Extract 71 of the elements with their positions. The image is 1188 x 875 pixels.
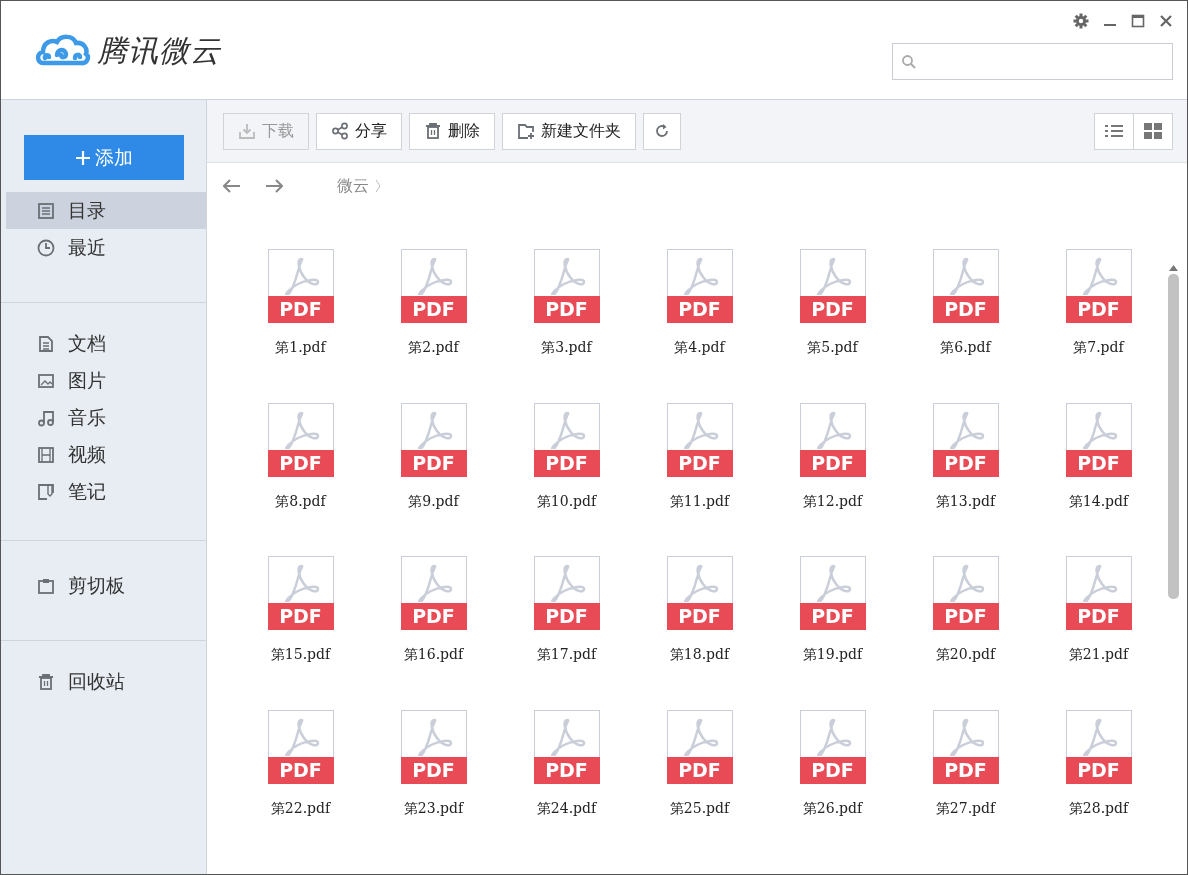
sidebar-item[interactable]: 文档 (6, 325, 206, 362)
file-name: 第24.pdf (536, 798, 597, 818)
pdf-file-icon[interactable]: PDF (1065, 556, 1132, 630)
app-title: 腾讯微云 (97, 31, 221, 70)
file-name: 第4.pdf (674, 338, 725, 357)
pdf-file-icon[interactable]: PDF (400, 709, 467, 784)
sidebar-item[interactable]: 剪切板 (6, 567, 206, 604)
file-name: 第19.pdf (802, 645, 863, 664)
file-name: 第23.pdf (403, 798, 464, 818)
add-button[interactable]: 添加 (24, 135, 184, 180)
file-name: 第2.pdf (408, 338, 459, 357)
sidebar-item[interactable]: 笔记 (6, 473, 206, 510)
sidebar-item[interactable]: 目录 (6, 192, 206, 229)
file-name: 第14.pdf (1068, 491, 1129, 511)
file-name: 第7.pdf (1073, 338, 1124, 357)
file-name: 第6.pdf (940, 338, 991, 357)
file-name: 第21.pdf (1068, 645, 1129, 664)
pdf-file-icon[interactable]: PDF (533, 249, 600, 323)
pdf-file-icon[interactable]: PDF (799, 249, 866, 323)
file-name: 第3.pdf (541, 338, 592, 357)
pdf-file-icon[interactable]: PDF (932, 709, 999, 784)
pdf-file-icon[interactable]: PDF (267, 556, 334, 630)
pdf-file-icon[interactable]: PDF (1065, 709, 1132, 784)
pdf-file-icon[interactable]: PDF (1065, 402, 1132, 477)
file-name: 第17.pdf (536, 645, 597, 664)
pdf-file-icon[interactable]: PDF (666, 249, 733, 323)
pdf-file-icon[interactable]: PDF (400, 402, 467, 477)
file-name: 第5.pdf (807, 338, 858, 357)
file-name: 第11.pdf (669, 491, 730, 511)
pdf-file-icon[interactable]: PDF (799, 402, 866, 477)
file-name: 第1.pdf (275, 338, 326, 357)
sidebar-item[interactable]: 图片 (6, 362, 206, 399)
pdf-file-icon[interactable]: PDF (533, 402, 600, 477)
toolbar-button[interactable]: 新建文件夹 (502, 112, 636, 150)
breadcrumb-link[interactable]: 微云 (337, 174, 369, 198)
file-name: 第22.pdf (270, 798, 331, 818)
pdf-file-icon[interactable]: PDF (666, 556, 733, 630)
file-name: 第27.pdf (935, 798, 996, 818)
pdf-file-icon[interactable]: PDF (932, 249, 999, 323)
file-name: 第8.pdf (275, 491, 326, 511)
file-name: 第26.pdf (802, 798, 863, 818)
pdf-file-icon[interactable]: PDF (932, 402, 999, 477)
pdf-file-icon[interactable]: PDF (267, 249, 334, 323)
pdf-file-icon[interactable]: PDF (267, 402, 334, 477)
file-name: 第13.pdf (935, 491, 996, 511)
pdf-file-icon[interactable]: PDF (666, 402, 733, 477)
file-name: 第18.pdf (669, 645, 730, 664)
pdf-file-icon[interactable]: PDF (533, 709, 600, 784)
pdf-file-icon[interactable]: PDF (400, 249, 467, 323)
pdf-file-icon[interactable]: PDF (267, 709, 334, 784)
file-name: 第16.pdf (403, 645, 464, 664)
toolbar-button[interactable]: 分享 (316, 112, 402, 150)
sidebar-item[interactable]: 视频 (6, 436, 206, 473)
toolbar-button[interactable]: 删除 (409, 112, 495, 150)
pdf-file-icon[interactable]: PDF (799, 709, 866, 784)
pdf-file-icon[interactable]: PDF (666, 709, 733, 784)
file-name: 第9.pdf (408, 491, 459, 511)
sidebar-item[interactable]: 回收站 (6, 663, 206, 700)
pdf-file-icon[interactable]: PDF (400, 556, 467, 630)
pdf-file-icon[interactable]: PDF (533, 556, 600, 630)
pdf-file-icon[interactable]: PDF (1065, 249, 1132, 323)
file-name: 第12.pdf (802, 491, 863, 511)
file-name: 第20.pdf (935, 645, 996, 664)
sidebar-item[interactable]: 最近 (6, 229, 206, 266)
file-name: 第25.pdf (669, 798, 730, 818)
file-name: 第10.pdf (536, 491, 597, 511)
file-name: 第15.pdf (270, 645, 331, 664)
file-name: 第28.pdf (1068, 798, 1129, 818)
pdf-file-icon[interactable]: PDF (799, 556, 866, 630)
sidebar-item[interactable]: 音乐 (6, 399, 206, 436)
pdf-file-icon[interactable]: PDF (932, 556, 999, 630)
